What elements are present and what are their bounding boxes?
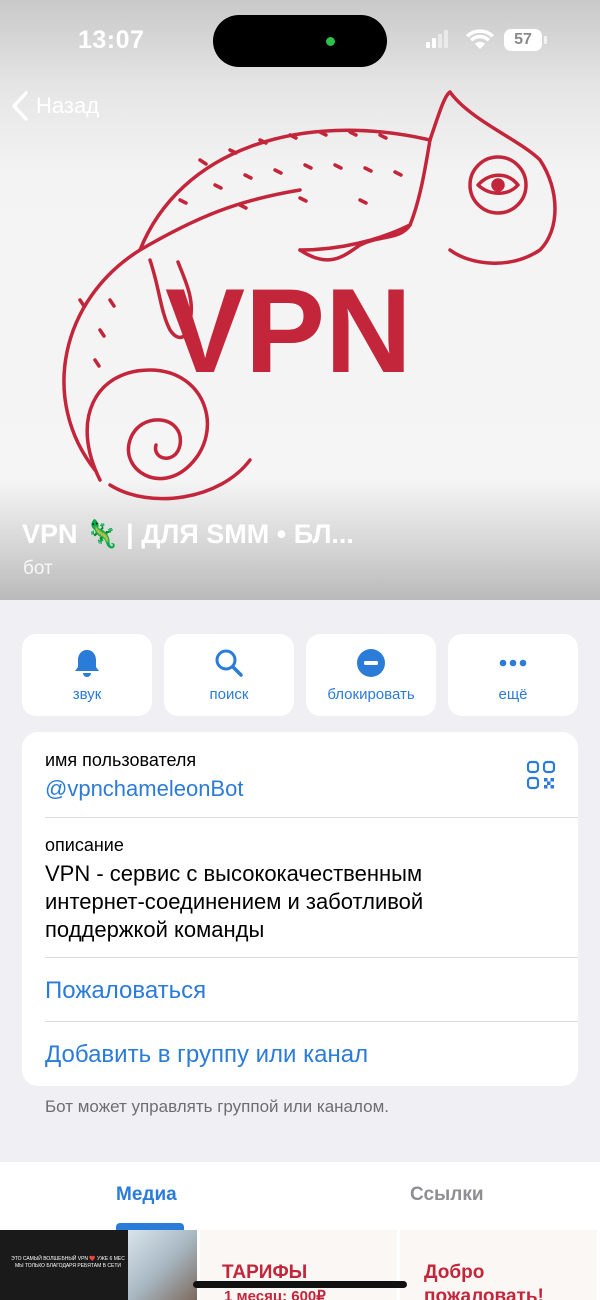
divider (45, 957, 578, 958)
qr-code-icon[interactable] (526, 760, 556, 790)
more-button[interactable]: ещё (448, 634, 578, 716)
divider (45, 1021, 578, 1022)
avatar-vpn-text: VPN (165, 264, 412, 398)
welcome-line: Добро (424, 1262, 485, 1283)
mute-label: звук (72, 685, 102, 703)
block-button[interactable]: блокировать (306, 634, 436, 716)
media-thumbnail[interactable]: ЭТО САМЫЙ ВОЛШЕБНЫЙ VPN ❤️ УЖЕ 6 МЕС МЫ … (0, 1230, 197, 1300)
search-label: поиск (209, 685, 249, 703)
home-indicator[interactable] (193, 1281, 407, 1288)
active-tab-indicator (116, 1223, 184, 1230)
info-card: имя пользователя @vpnchameleonBot описан… (22, 732, 578, 1086)
shared-content-tabs: Медиа Ссылки (0, 1162, 600, 1230)
welcome-line: пожаловать! (424, 1286, 544, 1300)
chevron-left-icon (12, 91, 28, 121)
block-label: блокировать (327, 685, 415, 703)
description-text: VPN - сервис с высококачественным интерн… (45, 860, 525, 944)
description-line: поддержкой команды (45, 917, 265, 942)
search-icon (214, 648, 244, 678)
media-thumbnail[interactable]: ТАРИФЫ 1 месяц: 600₽ (200, 1230, 397, 1300)
more-icon (498, 648, 528, 678)
bot-title: VPN 🦎 | ДЛЯ SMM • БЛ... (22, 519, 354, 549)
divider (45, 817, 578, 818)
username-label: имя пользователя (45, 750, 197, 770)
group-admin-note: Бот может управлять группой или каналом. (45, 1097, 389, 1116)
back-button[interactable]: Назад (10, 88, 99, 124)
profile-header: VPN 13:07 57 Назад VPN 🦎 | ДЛЯ SMM • БЛ.… (0, 0, 600, 600)
tab-media[interactable]: Медиа (116, 1184, 177, 1206)
report-button[interactable]: Пожаловаться (45, 977, 206, 1005)
camera-indicator-icon (326, 37, 335, 46)
media-grid: ЭТО САМЫЙ ВОЛШЕБНЫЙ VPN ❤️ УЖЕ 6 МЕС МЫ … (0, 1230, 600, 1300)
media-thumbnail[interactable]: Добро пожаловать! (400, 1230, 597, 1300)
signal-wifi-icons (426, 29, 494, 49)
thumbnail-photo (128, 1230, 197, 1300)
status-time: 13:07 (78, 26, 145, 54)
add-to-group-button[interactable]: Добавить в группу или канал (45, 1041, 368, 1069)
block-icon (356, 648, 386, 678)
status-bar: 13:07 57 (0, 0, 600, 80)
description-line: интернет-соединением и заботливой (45, 889, 424, 914)
more-label: ещё (498, 685, 528, 703)
bell-icon (72, 648, 102, 678)
action-buttons: звук поиск блокировать ещё (22, 634, 578, 716)
description-label: описание (45, 835, 124, 855)
tab-links[interactable]: Ссылки (410, 1184, 484, 1206)
description-line: VPN - сервис с высококачественным (45, 861, 423, 886)
thumbnail-caption: ЭТО САМЫЙ ВОЛШЕБНЫЙ VPN ❤️ УЖЕ 6 МЕС МЫ … (11, 1256, 125, 1269)
mute-button[interactable]: звук (22, 634, 152, 716)
tariff-line: 1 месяц: 600₽ (224, 1288, 326, 1300)
battery-tip (544, 36, 547, 44)
chameleon-avatar[interactable]: VPN (0, 60, 600, 540)
battery-icon: 57 (504, 29, 542, 51)
search-button[interactable]: поиск (164, 634, 294, 716)
back-label: Назад (36, 93, 100, 118)
dynamic-island (213, 15, 387, 67)
bot-subtitle: бот (23, 558, 53, 579)
username-link[interactable]: @vpnchameleonBot (45, 776, 243, 802)
